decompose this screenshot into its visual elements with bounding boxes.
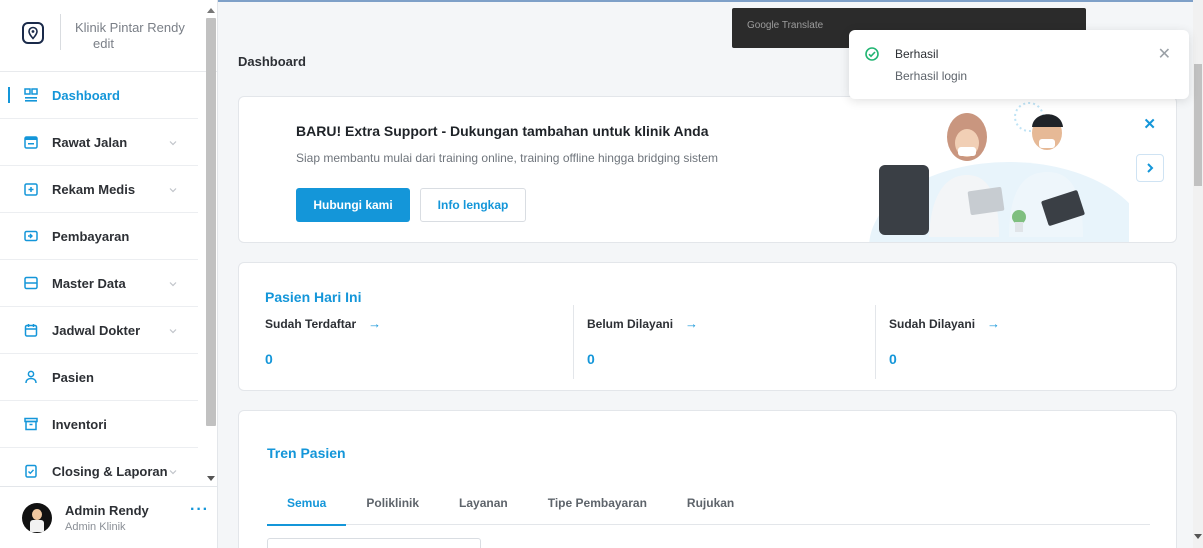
promo-subtitle: Siap membantu mulai dari training online… — [296, 151, 719, 165]
tab-tipe-pembayaran[interactable]: Tipe Pembayaran — [528, 481, 667, 525]
sidebar-item-inventori[interactable]: Inventori — [0, 401, 198, 448]
brand-divider — [60, 14, 61, 50]
chevron-down-icon — [168, 277, 178, 287]
top-accent-line — [218, 0, 1203, 2]
next-slide-button[interactable] — [1136, 154, 1164, 182]
patient-icon — [24, 370, 38, 384]
scroll-down-arrow-icon[interactable] — [207, 476, 215, 481]
stats-title: Pasien Hari Ini — [265, 289, 362, 305]
clinic-name: Klinik Pintar Rendy — [75, 20, 185, 35]
medical-record-icon — [24, 182, 38, 196]
patient-trend-card: Tren Pasien Semua Poliklinik Layanan Tip… — [238, 410, 1177, 548]
outpatient-icon — [24, 135, 38, 149]
divider — [573, 305, 574, 379]
sidebar-item-pembayaran[interactable]: Pembayaran — [0, 213, 198, 260]
sidebar-item-label: Pembayaran — [52, 228, 130, 244]
stat-value: 0 — [265, 351, 273, 367]
support-team-illustration — [869, 102, 1129, 242]
user-name: Admin Rendy — [65, 502, 149, 518]
sidebar-item-rawat-jalan[interactable]: Rawat Jalan — [0, 119, 198, 166]
today-patients-card: Pasien Hari Ini Sudah Terdaftar → 0 Belu… — [238, 262, 1177, 391]
report-icon — [24, 464, 38, 478]
promo-title: BARU! Extra Support - Dukungan tambahan … — [296, 123, 709, 139]
calendar-icon — [24, 323, 38, 337]
page-scroll-thumb[interactable] — [1194, 64, 1202, 186]
clinic-logo-icon — [22, 22, 44, 44]
sidebar-item-rekam-medis[interactable]: Rekam Medis — [0, 166, 198, 213]
page-scrollbar[interactable] — [1193, 0, 1203, 548]
tab-semua[interactable]: Semua — [267, 481, 347, 526]
page-title: Dashboard — [238, 54, 306, 69]
arrow-right-icon[interactable]: → — [368, 316, 381, 331]
tab-poliklinik[interactable]: Poliklinik — [346, 481, 439, 525]
sidebar-item-jadwal-dokter[interactable]: Jadwal Dokter — [0, 307, 198, 354]
trend-tabs: Semua Poliklinik Layanan Tipe Pembayaran… — [267, 481, 1150, 526]
more-options-icon[interactable]: ··· — [190, 501, 209, 519]
scroll-up-arrow-icon[interactable] — [207, 8, 215, 13]
stat-label: Belum Dilayani — [587, 316, 674, 331]
user-role: Admin Klinik — [65, 520, 126, 533]
promo-banner: BARU! Extra Support - Dukungan tambahan … — [238, 96, 1177, 243]
user-profile[interactable]: Admin Rendy Admin Klinik ··· — [0, 486, 217, 548]
trend-period-select[interactable] — [267, 538, 481, 548]
toast-message: Berhasil login — [895, 69, 968, 83]
divider — [875, 305, 876, 379]
tab-rujukan[interactable]: Rujukan — [667, 481, 754, 525]
avatar — [22, 502, 52, 533]
sidebar-item-label: Dashboard — [52, 87, 120, 103]
chevron-down-icon — [168, 183, 178, 193]
success-toast: Berhasil Berhasil login ✕ — [849, 30, 1189, 99]
sidebar-item-label: Inventori — [52, 416, 107, 432]
sidebar-item-label: Rekam Medis — [52, 181, 136, 197]
brand: Klinik Pintar Rendy edit — [0, 0, 217, 72]
close-banner-icon[interactable]: ✕ — [1143, 115, 1156, 133]
scroll-down-arrow-icon[interactable] — [1194, 534, 1202, 539]
tab-layanan[interactable]: Layanan — [439, 481, 528, 525]
sidebar-nav: Dashboard Rawat Jalan Rekam Medis Pembay… — [0, 72, 217, 495]
trend-title: Tren Pasien — [267, 445, 346, 461]
sidebar-item-label: Rawat Jalan — [52, 134, 128, 150]
arrow-right-icon[interactable]: → — [987, 316, 1000, 331]
sidebar-item-label: Master Data — [52, 275, 126, 291]
chevron-down-icon — [168, 465, 178, 475]
master-data-icon — [24, 276, 38, 290]
contact-us-button[interactable]: Hubungi kami — [296, 188, 410, 222]
stat-not-served[interactable]: Belum Dilayani → 0 — [587, 306, 698, 378]
stat-registered[interactable]: Sudah Terdaftar → 0 — [265, 306, 381, 378]
chevron-down-icon — [168, 136, 178, 146]
stat-served[interactable]: Sudah Dilayani → 0 — [889, 306, 1000, 378]
chevron-down-icon — [168, 324, 178, 334]
sidebar-item-label: Jadwal Dokter — [52, 322, 141, 338]
sidebar-item-master-data[interactable]: Master Data — [0, 260, 198, 307]
more-info-button[interactable]: Info lengkap — [420, 188, 526, 222]
stat-label: Sudah Dilayani — [889, 316, 976, 331]
chevron-right-icon — [1147, 163, 1154, 173]
stat-value: 0 — [889, 351, 897, 367]
edit-clinic-link[interactable]: edit — [75, 36, 195, 52]
check-circle-icon — [865, 47, 879, 61]
inventory-icon — [24, 417, 38, 431]
arrow-right-icon[interactable]: → — [685, 316, 698, 331]
sidebar-item-label: Closing & Laporan — [52, 463, 168, 479]
sidebar: Klinik Pintar Rendy edit Dashboard Rawat… — [0, 0, 218, 548]
dashboard-icon — [24, 88, 38, 102]
google-translate-label: Google Translate — [747, 20, 824, 31]
sidebar-scrollbar[interactable] — [204, 6, 216, 484]
sidebar-scroll-thumb[interactable] — [206, 18, 216, 426]
payment-icon — [24, 229, 38, 243]
stat-label: Sudah Terdaftar — [265, 316, 357, 331]
sidebar-item-label: Pasien — [52, 369, 94, 385]
toast-title: Berhasil — [895, 47, 939, 61]
sidebar-item-pasien[interactable]: Pasien — [0, 354, 198, 401]
close-icon[interactable]: ✕ — [1158, 44, 1171, 64]
sidebar-item-dashboard[interactable]: Dashboard — [0, 72, 198, 119]
stat-value: 0 — [587, 351, 595, 367]
